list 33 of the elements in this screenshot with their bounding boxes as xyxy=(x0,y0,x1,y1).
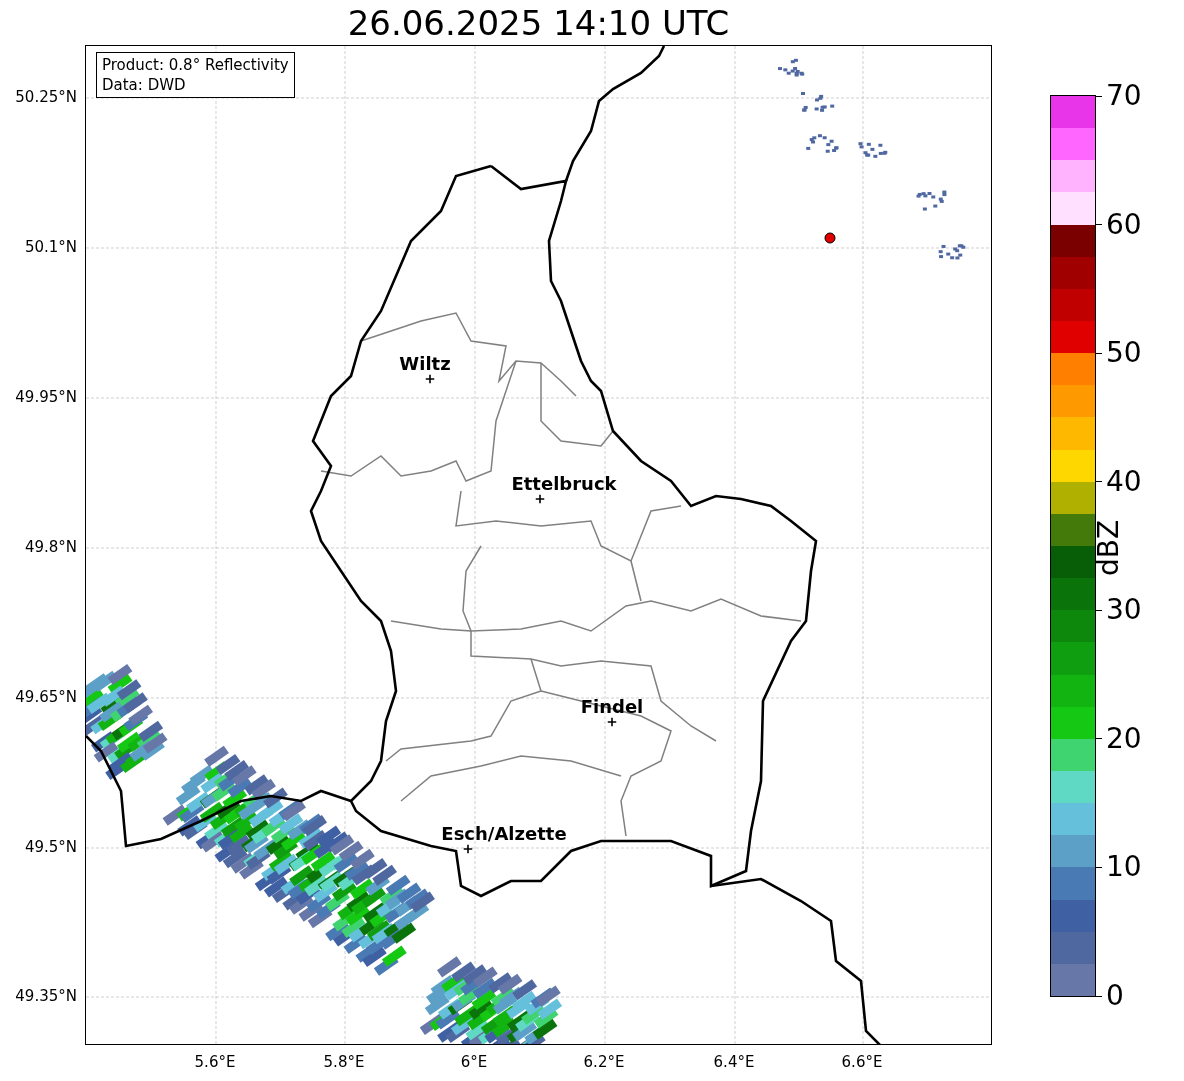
longitude-label: 6.2°E xyxy=(583,1053,625,1071)
colorbar-label: dBZ xyxy=(1091,519,1125,577)
colorbar-tick-label: 20 xyxy=(1096,721,1142,756)
latitude-label: 49.8°N xyxy=(24,538,77,556)
city-marker-icon xyxy=(607,717,617,727)
longitude-label: 6°E xyxy=(460,1053,488,1071)
colorbar-tick-label: 60 xyxy=(1096,207,1142,242)
info-text: Product: 0.8° Reflectivity xyxy=(102,55,289,75)
colorbar-tick-label: 50 xyxy=(1096,336,1142,371)
longitude-label: 6.4°E xyxy=(713,1053,755,1071)
latitude-label: 50.1°N xyxy=(24,238,77,256)
city-marker-icon xyxy=(425,374,435,384)
colorbar-tick-label: 70 xyxy=(1096,79,1142,113)
latitude-label: 49.65°N xyxy=(15,688,77,706)
colorbar-tick-label: 10 xyxy=(1096,850,1142,885)
latitude-label: 50.25°N xyxy=(15,88,77,106)
city-label: Findel xyxy=(580,695,644,717)
longitude-label: 5.6°E xyxy=(194,1053,236,1071)
city-label: Ettelbruck xyxy=(511,472,617,494)
latitude-label: 49.5°N xyxy=(24,838,77,856)
colorbar-tick-label: 30 xyxy=(1096,593,1142,628)
info-text: Data: DWD xyxy=(102,75,187,95)
chart-title: 26.06.2025 14:10 UTC xyxy=(347,2,730,43)
city-marker-icon xyxy=(463,844,473,854)
city-label: Esch/Alzette xyxy=(441,822,567,844)
colorbar-tick-label: 40 xyxy=(1096,464,1142,499)
latitude-label: 49.35°N xyxy=(15,987,77,1005)
longitude-label: 5.8°E xyxy=(323,1053,365,1071)
latitude-label: 49.95°N xyxy=(15,388,77,406)
colorbar-tick-label: 0 xyxy=(1096,979,1124,1013)
city-label: Wiltz xyxy=(399,352,451,374)
longitude-label: 6.6°E xyxy=(841,1053,883,1071)
city-marker-icon xyxy=(535,494,545,504)
